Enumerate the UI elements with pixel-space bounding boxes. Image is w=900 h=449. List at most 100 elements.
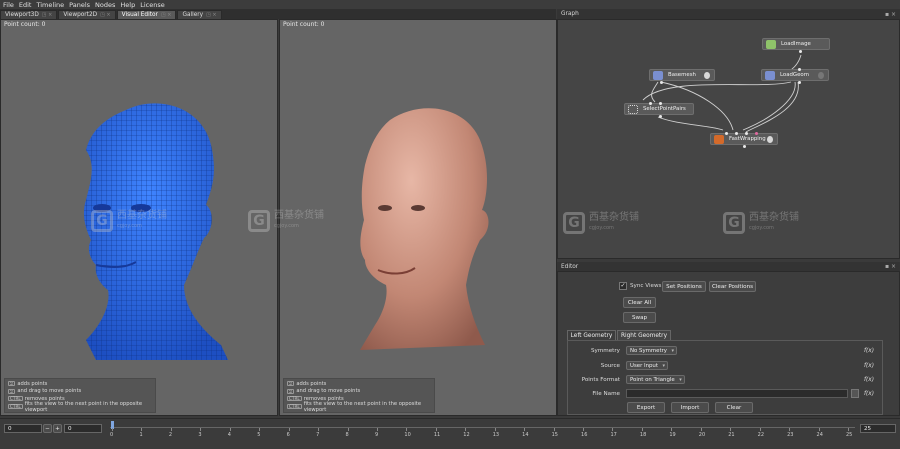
- tab-visual-editor[interactable]: Visual Editor ◳ ×: [116, 10, 177, 19]
- tick-mark: [229, 428, 231, 431]
- import-button[interactable]: Import: [671, 402, 709, 413]
- node-fastwrapping[interactable]: FastWrapping: [710, 132, 778, 148]
- node-loadimage[interactable]: LoadImage: [762, 38, 830, 53]
- tick-label: 8: [345, 432, 349, 438]
- symmetry-select[interactable]: No Symmetry ▾: [626, 346, 677, 355]
- graph-canvas[interactable]: LoadImage Basemesh LoadGeom SelectPointP…: [557, 19, 900, 259]
- tick-mark: [288, 428, 290, 431]
- tick-mark: [259, 428, 261, 431]
- mouse-icon: ⎋: [8, 381, 16, 387]
- file-name-input[interactable]: [626, 389, 848, 398]
- tick-label: 15: [551, 432, 558, 438]
- watermark: G 西基杂货铺 cgjoy.com: [91, 210, 167, 232]
- tick-mark: [524, 428, 526, 431]
- swap-button[interactable]: Swap: [623, 312, 656, 323]
- viewport-right[interactable]: Point count: 0 ⎋ adds points ⎋ and drag to…: [248, 19, 557, 416]
- panel-close-icon[interactable]: ▪ ×: [885, 11, 896, 18]
- help-box-left: ⎋ adds points ⎋ and drag to move points CT…: [4, 378, 156, 413]
- timeline-track[interactable]: 0 1 2 3 4 5 6 7 8 9 10 11 12 13 14 15 16 17 18 19 20 21 22 23 24…: [110, 421, 855, 445]
- tab-viewport2d[interactable]: Viewport2D ◳ ×: [58, 10, 116, 19]
- menu-help[interactable]: Help: [120, 1, 135, 9]
- file-name-fx-button[interactable]: f(x): [864, 391, 874, 397]
- browse-file-button[interactable]: [851, 389, 859, 398]
- tab-gallery[interactable]: Gallery ◳ ×: [177, 10, 222, 19]
- timeline-start-input[interactable]: 0: [4, 424, 42, 433]
- tab-close-icon[interactable]: ◳ ×: [100, 12, 111, 18]
- tick-mark: [848, 428, 849, 431]
- visibility-bulb-icon[interactable]: [767, 136, 773, 143]
- tab-close-icon[interactable]: ◳ ×: [42, 12, 53, 18]
- output-port[interactable]: [799, 50, 802, 53]
- tab-close-icon[interactable]: ◳ ×: [161, 12, 172, 18]
- menu-edit[interactable]: Edit: [19, 1, 32, 9]
- timeline-minus-button[interactable]: −: [43, 424, 52, 433]
- timeline-bar: 0 − + 0 0 1 2 3 4 5 6 7 8 9 10 11 12 13 14 15 16 17 18 19 20…: [0, 418, 900, 449]
- menu-license[interactable]: License: [140, 1, 165, 9]
- sync-views-label: Sync Views: [630, 283, 662, 289]
- timeline-plus-button[interactable]: +: [53, 424, 62, 433]
- set-positions-button[interactable]: Set Positions: [662, 281, 706, 292]
- input-port[interactable]: [745, 132, 748, 135]
- watermark: G 西基杂货铺 cgjoy.com: [563, 212, 639, 234]
- node-basemesh[interactable]: Basemesh: [649, 69, 715, 84]
- node-loadgeom[interactable]: LoadGeom: [761, 68, 829, 84]
- symmetry-label: Symmetry: [590, 348, 620, 354]
- export-button[interactable]: Export: [627, 402, 665, 413]
- source-fx-button[interactable]: f(x): [864, 363, 874, 369]
- tick-mark: [465, 428, 467, 431]
- points-format-select[interactable]: Point on Triangle ▾: [626, 375, 685, 384]
- input-port[interactable]: [798, 68, 801, 71]
- symmetry-fx-button[interactable]: f(x): [864, 348, 874, 354]
- panel-close-icon[interactable]: ▪ ×: [885, 263, 896, 270]
- input-port[interactable]: [659, 102, 662, 105]
- tick-mark: [818, 428, 820, 431]
- output-port[interactable]: [743, 145, 746, 148]
- visibility-bulb-icon[interactable]: [704, 72, 710, 79]
- node-selectpointpairs[interactable]: SelectPointPairs: [624, 102, 694, 118]
- source-select[interactable]: User Input ▾: [626, 361, 668, 370]
- menu-nodes[interactable]: Nodes: [95, 1, 115, 9]
- tab-close-icon[interactable]: ◳ ×: [206, 12, 217, 18]
- help-text: fits the view to the next point in the o…: [24, 400, 143, 413]
- clear-positions-button[interactable]: Clear Positions: [709, 281, 756, 292]
- input-port[interactable]: [735, 132, 738, 135]
- tick-label: 21: [728, 432, 735, 438]
- tab-viewport3d[interactable]: Viewport3D ◳ ×: [0, 10, 58, 19]
- output-port[interactable]: [659, 115, 662, 118]
- clear-button[interactable]: Clear: [715, 402, 753, 413]
- tab-right-geometry[interactable]: Right Geometry: [617, 330, 671, 340]
- tick-label: 6: [286, 432, 290, 438]
- help-text: fits the view to the next point in the o…: [303, 400, 422, 413]
- output-port[interactable]: [798, 81, 801, 84]
- menu-timeline[interactable]: Timeline: [36, 1, 64, 9]
- output-port[interactable]: [660, 81, 663, 84]
- scanned-head-render[interactable]: [350, 100, 500, 360]
- tick-label: 24: [816, 432, 823, 438]
- watermark: G 西基杂货铺 cgjoy.com: [723, 212, 799, 234]
- points-format-fx-button[interactable]: f(x): [864, 377, 874, 383]
- tick-mark: [612, 428, 614, 431]
- tick-label: 25: [846, 432, 853, 438]
- tick-label: 12: [463, 432, 470, 438]
- menu-file[interactable]: File: [3, 1, 14, 9]
- tick-mark: [200, 428, 202, 431]
- wrap-icon: [714, 135, 724, 144]
- timeline-end-input[interactable]: 25: [860, 424, 896, 433]
- image-icon: [766, 40, 776, 49]
- help-text: and drag to move points: [296, 388, 361, 395]
- checkbox-sync-views[interactable]: ✓: [619, 282, 627, 290]
- tab-left-geometry[interactable]: Left Geometry: [567, 330, 616, 340]
- editor-title: Editor: [561, 263, 579, 270]
- input-port[interactable]: [755, 132, 758, 135]
- mesh-head-render[interactable]: [56, 90, 246, 380]
- input-port[interactable]: [725, 132, 728, 135]
- clear-all-button[interactable]: Clear All: [623, 297, 656, 308]
- viewport-left[interactable]: Point count: 0 ⎋ adds points ⎋ and drag to…: [0, 19, 278, 416]
- tick-label: 9: [374, 432, 379, 438]
- timeline-current-input[interactable]: 0: [64, 424, 102, 433]
- tick-label: 7: [316, 432, 320, 438]
- tick-mark: [641, 428, 643, 431]
- input-port[interactable]: [649, 102, 652, 105]
- visibility-bulb-icon[interactable]: [818, 72, 824, 79]
- menu-panels[interactable]: Panels: [69, 1, 90, 9]
